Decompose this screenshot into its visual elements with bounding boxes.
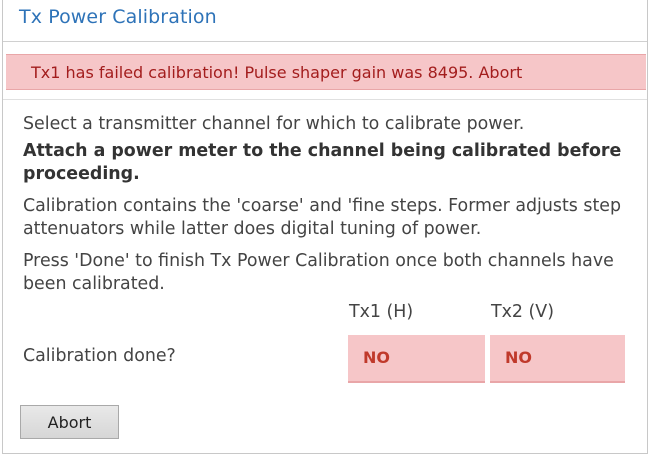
tx2-status-value: NO [505, 348, 532, 367]
body-divider [3, 99, 647, 100]
instruction-press-done: Press 'Done' to finish Tx Power Calibrat… [23, 251, 614, 294]
title-divider [3, 41, 647, 42]
instruction-attach-meter: Attach a power meter to the channel bein… [23, 141, 622, 184]
error-alert: Tx1 has failed calibration! Pulse shaper… [6, 54, 646, 90]
tx-power-calibration-dialog: Tx Power Calibration Tx1 has failed cali… [2, 0, 648, 454]
abort-button[interactable]: Abort [20, 405, 119, 439]
tx2-status-cell: NO [490, 335, 625, 383]
instruction-calibration-steps: Calibration contains the 'coarse' and 'f… [23, 196, 621, 239]
instruction-select-channel: Select a transmitter channel for which t… [23, 114, 525, 134]
tx1-status-value: NO [363, 348, 390, 367]
error-alert-message: Tx1 has failed calibration! Pulse shaper… [31, 63, 523, 82]
dialog-title: Tx Power Calibration [19, 6, 217, 28]
tx1-status-cell: NO [348, 335, 485, 383]
calibration-done-label: Calibration done? [23, 346, 176, 366]
column-header-tx2: Tx2 (V) [491, 302, 554, 322]
column-header-tx1: Tx1 (H) [349, 302, 414, 322]
